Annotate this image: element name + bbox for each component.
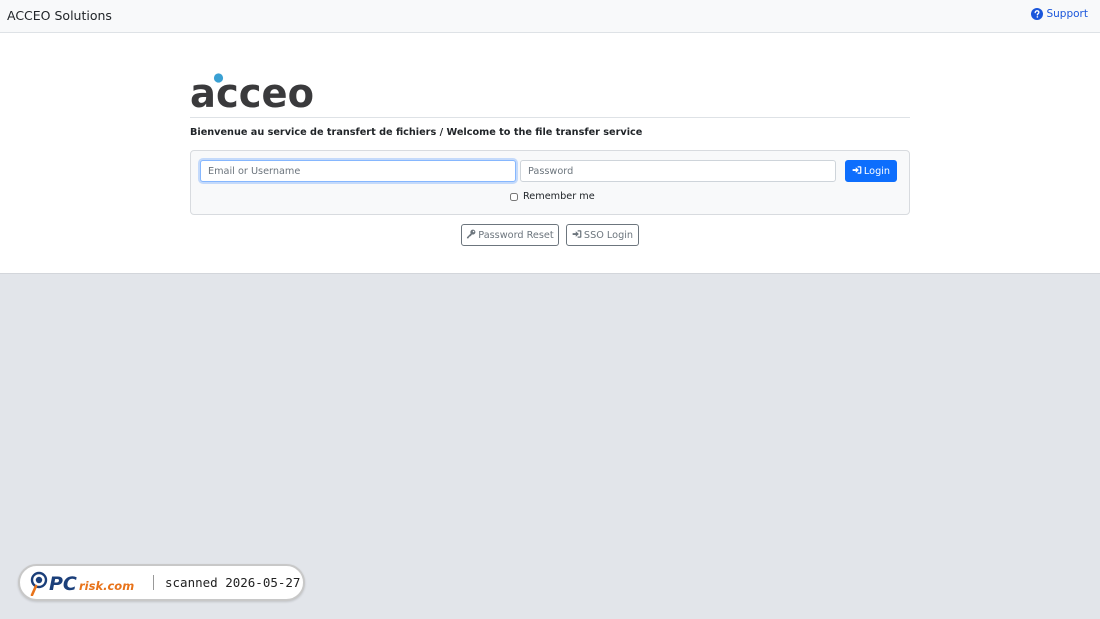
welcome-message: Bienvenue au service de transfert de fic…: [190, 127, 643, 138]
support-link[interactable]: Support: [1031, 8, 1088, 20]
password-reset-button[interactable]: Password Reset: [461, 224, 559, 246]
login-panel: acceo Bienvenue au service de transfert …: [0, 33, 1100, 274]
remember-me-label: Remember me: [523, 191, 595, 202]
svg-text:risk.com: risk.com: [79, 579, 134, 593]
sso-login-button[interactable]: SSO Login: [566, 224, 639, 246]
question-circle-icon: [1031, 8, 1044, 20]
scan-date: scanned 2026-05-27: [165, 575, 301, 590]
sso-login-label: SSO Login: [583, 229, 634, 241]
top-navbar: ACCEO Solutions Support: [0, 0, 1100, 33]
support-label: Support: [1046, 8, 1088, 20]
svg-text:PC: PC: [49, 573, 77, 595]
password-input[interactable]: [520, 160, 836, 182]
email-username-input[interactable]: [200, 160, 516, 182]
remember-me[interactable]: Remember me: [510, 191, 595, 202]
password-reset-label: Password Reset: [478, 229, 554, 241]
login-label: Login: [863, 165, 891, 177]
divider: [190, 117, 910, 118]
login-button[interactable]: Login: [845, 160, 897, 182]
badge-separator: [153, 575, 154, 590]
pcrisk-logo: PC risk.com: [30, 571, 134, 596]
sign-in-icon: [852, 165, 862, 178]
sign-in-icon: [572, 229, 582, 242]
key-icon: [466, 229, 476, 242]
login-card: Login Remember me: [190, 150, 910, 215]
brand-name[interactable]: ACCEO Solutions: [7, 8, 112, 23]
logo-wordmark: acceo: [190, 71, 314, 109]
acceo-logo: acceo: [190, 71, 314, 109]
remember-me-checkbox[interactable]: [510, 192, 518, 201]
pcrisk-watermark: PC risk.com scanned 2026-05-27: [18, 564, 305, 601]
